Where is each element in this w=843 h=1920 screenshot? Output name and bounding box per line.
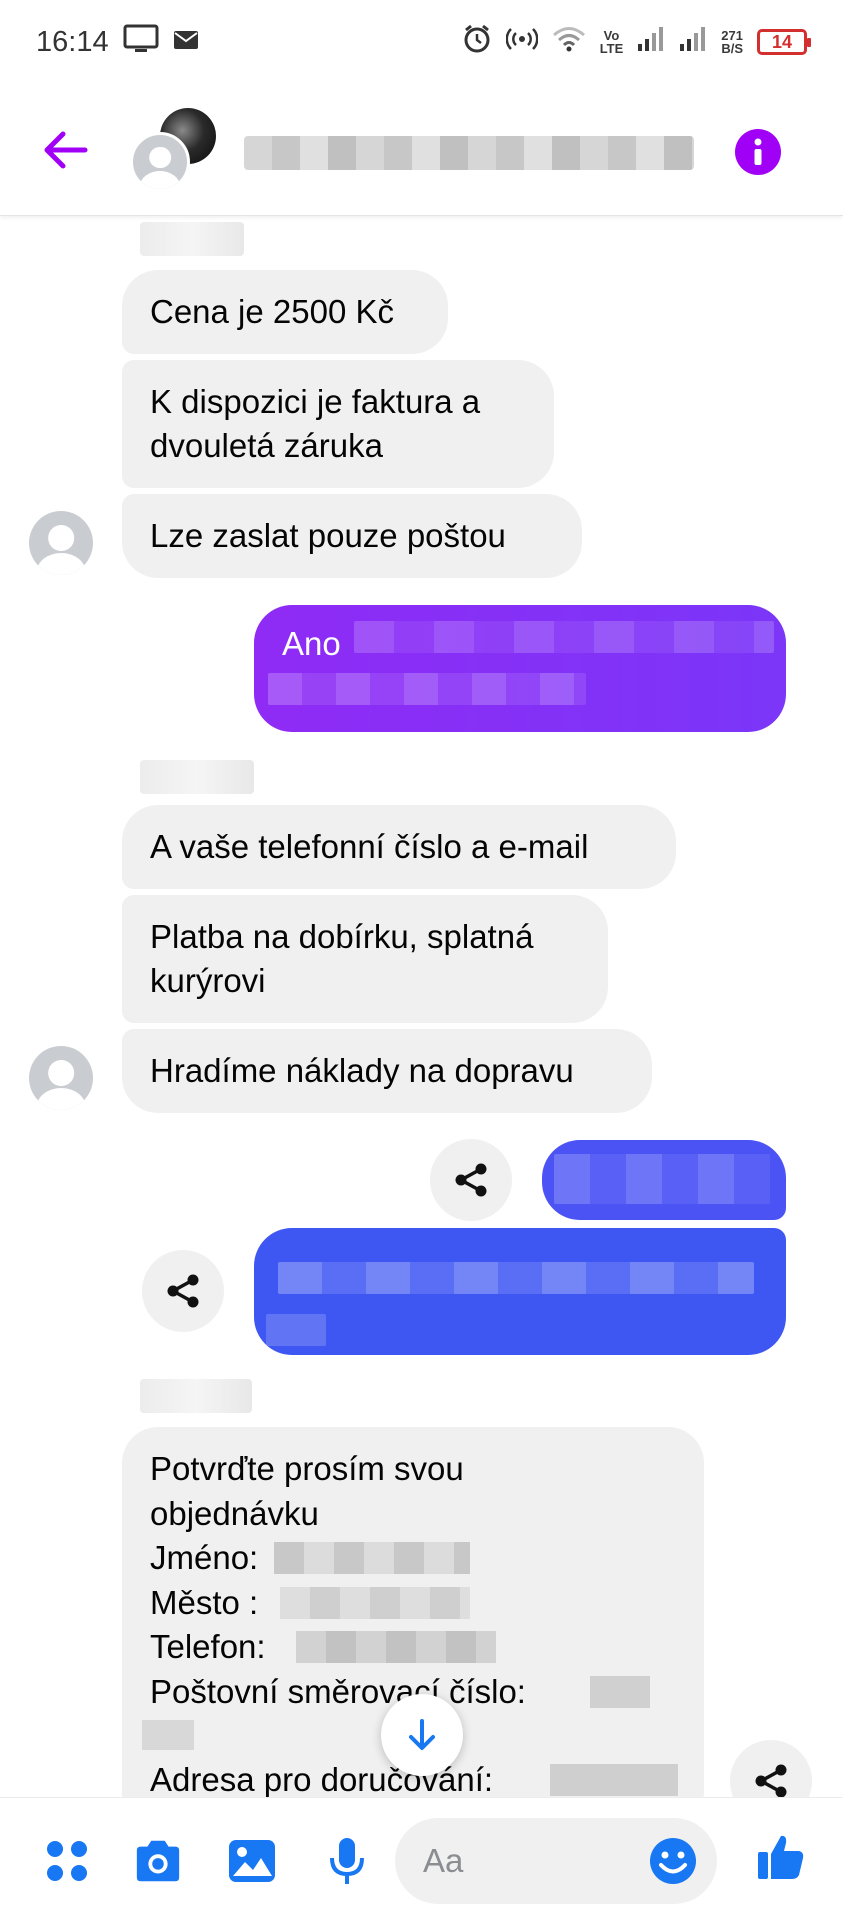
conversation-header: [0, 84, 843, 216]
redacted-text: [550, 1764, 678, 1796]
redacted-text: [280, 1586, 470, 1619]
incoming-message[interactable]: A vaše telefonní číslo a e-mail: [122, 805, 676, 889]
outgoing-message[interactable]: Ano: [254, 605, 786, 732]
message-line: Město :: [150, 1583, 259, 1621]
gallery-button[interactable]: [227, 1836, 277, 1886]
incoming-message[interactable]: Platba na dobírku, splatná kurýrovi: [122, 895, 608, 1023]
camera-icon: [136, 1840, 180, 1882]
mail-icon: [173, 26, 199, 58]
screen-cast-icon: [123, 24, 159, 61]
contact-name-redacted[interactable]: [244, 136, 694, 170]
back-arrow-icon: [44, 131, 88, 169]
redacted-text: [554, 1154, 770, 1204]
hotspot-icon: [505, 26, 539, 59]
incoming-message[interactable]: K dispozici je faktura a dvouletá záruka: [122, 360, 554, 488]
alarm-icon: [462, 24, 492, 61]
volte-bottom: LTE: [599, 41, 624, 56]
network-speed: 271 B/S: [721, 29, 743, 55]
message-text: Hradíme náklady na dopravu: [150, 1052, 574, 1089]
battery-level: 14: [771, 31, 793, 52]
emoji-icon: [650, 1838, 696, 1884]
message-line: Potvrďte prosím svou: [150, 1450, 464, 1487]
sender-avatar[interactable]: [29, 511, 93, 575]
status-time: 16:14: [36, 25, 109, 58]
menu-dots-icon: [47, 1841, 87, 1881]
redacted-text: [278, 1262, 754, 1294]
message-text: Cena je 2500 Kč: [150, 293, 395, 330]
wifi-icon: [552, 26, 586, 59]
redacted-text: [590, 1675, 650, 1708]
redacted-text: [268, 673, 586, 705]
speed-bottom: B/S: [721, 41, 743, 56]
share-button[interactable]: [730, 1740, 812, 1797]
signal-2-icon: [679, 26, 707, 59]
redacted-text: [274, 1542, 470, 1574]
redacted-text: [266, 1314, 326, 1346]
redacted-text: [354, 621, 774, 653]
scroll-to-bottom-button[interactable]: [381, 1694, 463, 1776]
image-icon: [229, 1840, 275, 1882]
emoji-button[interactable]: [648, 1836, 698, 1886]
battery-indicator: 14: [757, 29, 811, 55]
share-button[interactable]: [430, 1139, 512, 1221]
avatar-default: [130, 132, 190, 192]
arrow-down-icon: [409, 1719, 435, 1750]
info-icon: [754, 138, 762, 165]
timestamp-redacted: [140, 1379, 252, 1413]
more-actions-button[interactable]: [42, 1836, 92, 1886]
voice-message-button[interactable]: [322, 1836, 372, 1886]
message-line: Jméno:: [150, 1539, 259, 1576]
message-text: A vaše telefonní číslo a e-mail: [150, 828, 589, 865]
message-text: K dispozici je faktura a dvouletá záruka: [150, 383, 481, 464]
incoming-message[interactable]: Hradíme náklady na dopravu: [122, 1029, 652, 1113]
message-text: Lze zaslat pouze poštou: [150, 517, 506, 554]
timestamp-redacted: [140, 222, 244, 256]
message-line: Telefon:: [150, 1628, 266, 1665]
share-button[interactable]: [142, 1250, 224, 1332]
like-icon: [758, 1835, 804, 1879]
message-line-row: Město :: [150, 1581, 676, 1626]
outgoing-message[interactable]: [542, 1140, 786, 1220]
volte-indicator: Vo LTE: [600, 29, 624, 55]
outgoing-message[interactable]: [254, 1228, 786, 1355]
incoming-message[interactable]: Lze zaslat pouze poštou: [122, 494, 582, 578]
share-icon: [455, 1163, 487, 1197]
redacted-text: [142, 1720, 194, 1750]
message-text: Ano: [282, 625, 341, 662]
message-composer: [0, 1797, 843, 1920]
sender-avatar[interactable]: [29, 1046, 93, 1110]
message-line: objednávku: [150, 1494, 319, 1532]
share-icon: [755, 1764, 787, 1797]
like-button[interactable]: [756, 1832, 806, 1882]
message-list[interactable]: Cena je 2500 Kč K dispozici je faktura a…: [0, 217, 843, 1797]
share-icon: [167, 1274, 199, 1308]
redacted-text: [296, 1631, 496, 1663]
camera-button[interactable]: [133, 1836, 183, 1886]
back-button[interactable]: [38, 124, 92, 176]
status-bar: 16:14 Vo LTE 271 B/S 14: [0, 0, 843, 84]
microphone-icon: [330, 1838, 364, 1884]
message-text: Platba na dobírku, splatná kurýrovi: [150, 918, 534, 999]
timestamp-redacted: [140, 760, 254, 794]
incoming-message[interactable]: Cena je 2500 Kč: [122, 270, 448, 354]
message-line: Poštovní směrovací číslo:: [150, 1672, 526, 1710]
info-button[interactable]: [735, 129, 781, 175]
group-avatar[interactable]: [130, 108, 220, 198]
signal-1-icon: [637, 26, 665, 59]
message-line-row: Jméno:: [150, 1536, 676, 1581]
message-line-row: Telefon:: [150, 1625, 676, 1670]
